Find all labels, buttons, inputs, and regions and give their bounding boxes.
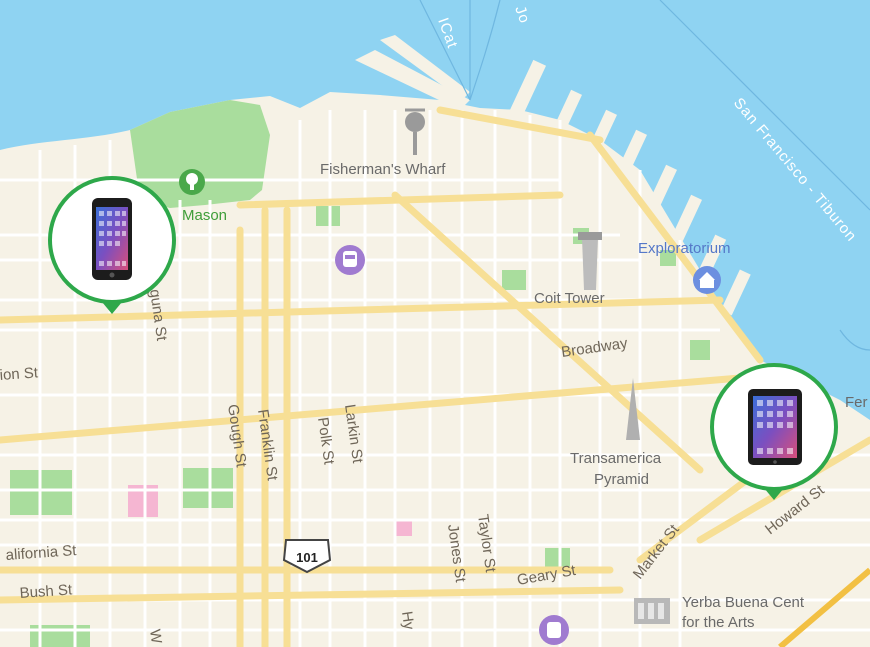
map-view[interactable]: 101 ICat Jo San Francisco - Tiburon Fish… bbox=[0, 0, 870, 647]
ipad-icon bbox=[748, 389, 802, 465]
iphone-icon bbox=[92, 198, 132, 280]
coit-tower-label: Coit Tower bbox=[534, 290, 605, 307]
transit-icon bbox=[335, 245, 365, 275]
svg-text:101: 101 bbox=[296, 550, 318, 565]
map-canvas[interactable]: 101 ICat Jo San Francisco - Tiburon Fish… bbox=[0, 0, 870, 647]
museum-icon bbox=[693, 266, 721, 294]
yerba-buena-label-1: Yerba Buena Cent bbox=[682, 594, 805, 611]
yerba-buena-label-2: for the Arts bbox=[682, 614, 755, 631]
pink-area-small bbox=[396, 520, 412, 536]
park-tree-icon bbox=[179, 169, 205, 195]
exploratorium-label: Exploratorium bbox=[638, 240, 731, 257]
fishermans-wharf-label: Fisherman's Wharf bbox=[320, 161, 446, 178]
hyde-st-label: Hy bbox=[398, 610, 417, 631]
yerba-buena-icon bbox=[634, 598, 670, 624]
fort-mason-label: Mason bbox=[182, 207, 227, 224]
transamerica-label-2: Pyramid bbox=[594, 471, 649, 488]
transamerica-label-1: Transamerica bbox=[570, 450, 662, 467]
union-st-label: ion St bbox=[0, 364, 39, 384]
ferry-label: Fer bbox=[845, 394, 868, 411]
transit-icon-bottom bbox=[539, 615, 569, 645]
